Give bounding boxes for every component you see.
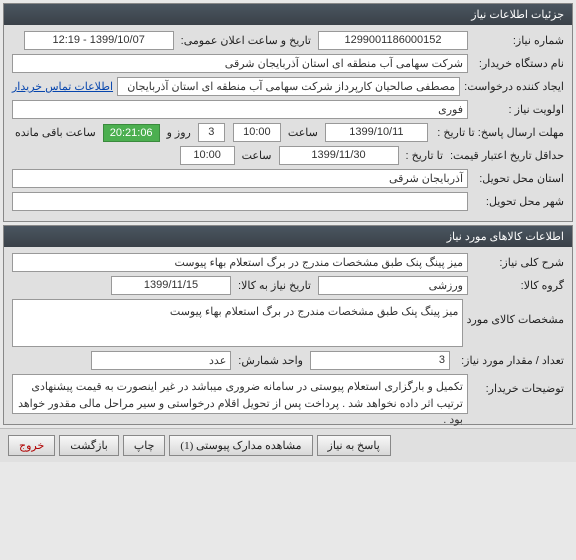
creator-label: ایجاد کننده درخواست: bbox=[464, 80, 564, 93]
province-field: آذربایجان شرقی bbox=[12, 169, 468, 188]
unit-field: عدد bbox=[91, 351, 231, 370]
buyer-org-field: شرکت سهامی آب منطقه ای استان آذربایجان ش… bbox=[12, 54, 468, 73]
notes-field: تکمیل و بارگزاری استعلام پیوستی در سامان… bbox=[12, 374, 468, 414]
deadline-label: مهلت ارسال پاسخ: تا تاریخ : bbox=[432, 126, 564, 139]
goods-info-panel: اطلاعات کالاهای مورد نیاز شرح کلی نیاز: … bbox=[3, 225, 573, 425]
announce-label: تاریخ و ساعت اعلان عمومی: bbox=[178, 34, 314, 47]
general-desc-label: شرح کلی نیاز: bbox=[472, 256, 564, 269]
countdown-timer: 20:21:06 bbox=[103, 124, 160, 142]
city-label: شهر محل تحویل: bbox=[472, 195, 564, 208]
attachments-button[interactable]: مشاهده مدارک پیوستی (1) bbox=[169, 435, 312, 456]
province-label: استان محل تحویل: bbox=[472, 172, 564, 185]
need-number-label: شماره نیاز: bbox=[472, 34, 564, 47]
creator-field: مصطفی صالحیان کارپرداز شرکت سهامی آب منط… bbox=[117, 77, 460, 96]
need-date-field: 1399/11/15 bbox=[111, 276, 231, 295]
group-field: ورزشی bbox=[318, 276, 468, 295]
footer-bar: پاسخ به نیاز مشاهده مدارک پیوستی (1) چاپ… bbox=[0, 428, 576, 462]
min-credit-to-label: تا تاریخ : bbox=[403, 149, 446, 162]
need-details-header: جزئیات اطلاعات نیاز bbox=[4, 4, 572, 25]
deadline-time-label: ساعت bbox=[285, 126, 321, 139]
hours-word: ساعت باقی مانده bbox=[12, 126, 99, 139]
need-details-body: شماره نیاز: 1299001186000152 تاریخ و ساع… bbox=[4, 25, 572, 221]
spec-field: میز پینگ پنک طبق مشخصات مندرج در برگ است… bbox=[12, 299, 463, 347]
min-credit-time-label: ساعت bbox=[239, 149, 275, 162]
min-credit-date-field: 1399/11/30 bbox=[279, 146, 399, 165]
print-button[interactable]: چاپ bbox=[123, 435, 166, 456]
general-desc-field: میز پینگ پنک طبق مشخصات مندرج در برگ است… bbox=[12, 253, 468, 272]
deadline-date-field: 1399/10/11 bbox=[325, 123, 428, 142]
need-details-panel: جزئیات اطلاعات نیاز شماره نیاز: 12990011… bbox=[3, 3, 573, 222]
need-number-field: 1299001186000152 bbox=[318, 31, 468, 50]
goods-info-header: اطلاعات کالاهای مورد نیاز bbox=[4, 226, 572, 247]
days-word: روز و bbox=[164, 126, 194, 139]
buyer-org-label: نام دستگاه خریدار: bbox=[472, 57, 564, 70]
need-date-label: تاریخ نیاز به کالا: bbox=[235, 279, 314, 292]
deadline-time-field: 10:00 bbox=[233, 123, 281, 142]
priority-field: فوری bbox=[12, 100, 468, 119]
goods-info-body: شرح کلی نیاز: میز پینگ پنک طبق مشخصات من… bbox=[4, 247, 572, 424]
min-credit-label: حداقل تاریخ اعتبار قیمت: bbox=[450, 149, 564, 162]
qty-field: 3 bbox=[310, 351, 450, 370]
notes-label: توضیحات خریدار: bbox=[472, 374, 564, 395]
qty-label: تعداد / مقدار مورد نیاز: bbox=[454, 354, 564, 367]
buyer-contact-link[interactable]: اطلاعات تماس خریدار bbox=[12, 80, 113, 93]
respond-button[interactable]: پاسخ به نیاز bbox=[317, 435, 391, 456]
min-credit-time-field: 10:00 bbox=[180, 146, 235, 165]
unit-label: واحد شمارش: bbox=[235, 354, 306, 367]
spec-label: مشخصات کالای مورد نیاز: bbox=[467, 299, 564, 326]
group-label: گروه کالا: bbox=[472, 279, 564, 292]
back-button[interactable]: بازگشت bbox=[59, 435, 119, 456]
priority-label: اولویت نیاز : bbox=[472, 103, 564, 116]
days-left-field: 3 bbox=[198, 123, 225, 142]
announce-field: 1399/10/07 - 12:19 bbox=[24, 31, 174, 50]
city-field bbox=[12, 192, 468, 211]
exit-button[interactable]: خروج bbox=[8, 435, 55, 456]
